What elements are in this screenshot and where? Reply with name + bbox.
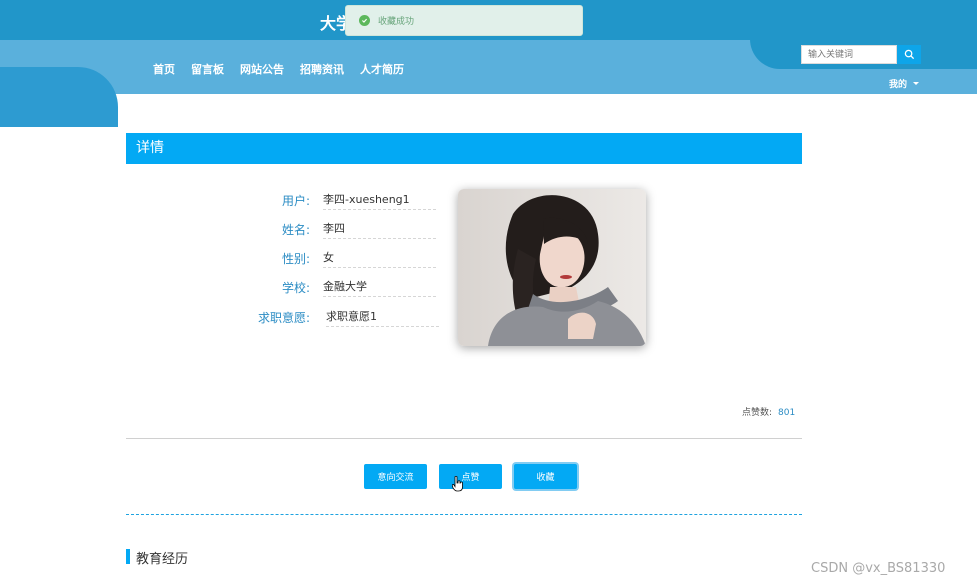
education-title: 教育经历 (136, 552, 189, 567)
likes-label: 点赞数: (742, 408, 773, 418)
watermark: CSDN @vx_BS81330 (811, 561, 946, 576)
field-value-name: 李四 (323, 217, 436, 239)
field-label-intention: 求职意愿: (257, 311, 310, 325)
field-value-gender: 女 (323, 246, 436, 268)
nav-decoration (0, 67, 118, 127)
success-toast: 收藏成功 (345, 5, 583, 36)
field-value-intention: 求职意愿1 (326, 305, 439, 327)
menu-item-home[interactable]: 首页 (153, 61, 175, 77)
field-label-user: 用户: (281, 194, 310, 208)
menu-item-jobs[interactable]: 招聘资讯 (300, 61, 344, 77)
favorite-button[interactable]: 收藏 (514, 464, 577, 489)
profile-photo (458, 189, 646, 346)
menu-item-messages[interactable]: 留言板 (191, 61, 224, 77)
field-value-school: 金融大学 (323, 275, 436, 297)
divider (126, 438, 802, 439)
search-icon (904, 49, 914, 60)
toast-message: 收藏成功 (378, 17, 415, 27)
like-button[interactable]: 点赞 (439, 464, 502, 489)
field-label-gender: 性别: (281, 252, 310, 266)
section-divider (126, 514, 802, 515)
education-accent-bar (126, 549, 130, 564)
hand-cursor-icon (452, 476, 463, 492)
search-input[interactable] (801, 45, 897, 64)
user-menu-label: 我的 (889, 80, 908, 90)
contact-button[interactable]: 意向交流 (364, 464, 427, 489)
field-label-name: 姓名: (281, 223, 310, 237)
search-button[interactable] (897, 45, 921, 64)
field-value-user: 李四-xuesheng1 (323, 188, 436, 210)
user-menu[interactable]: 我的 (889, 77, 920, 90)
check-circle-icon (359, 15, 370, 26)
main-menu: 首页 留言板 网站公告 招聘资讯 人才简历 (153, 61, 420, 77)
menu-item-resumes[interactable]: 人才简历 (360, 61, 404, 77)
likes-count: 点赞数: 801 (742, 405, 795, 418)
section-title: 详情 (126, 133, 802, 164)
menu-item-announcements[interactable]: 网站公告 (240, 61, 284, 77)
likes-number: 801 (778, 408, 796, 418)
chevron-down-icon (913, 82, 920, 85)
field-label-school: 学校: (281, 281, 310, 295)
